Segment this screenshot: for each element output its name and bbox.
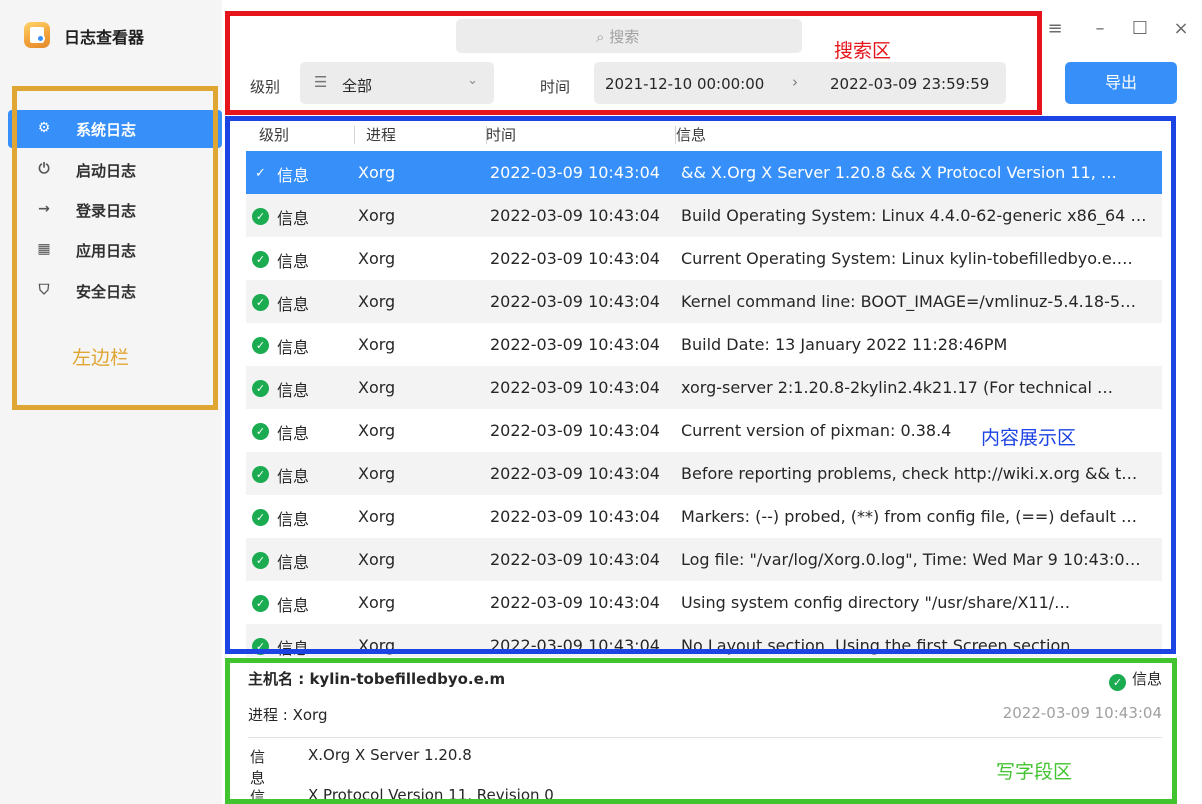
minimize-icon[interactable]: –: [1091, 20, 1109, 38]
maximize-icon[interactable]: ☐: [1131, 20, 1149, 38]
app-logo-icon: [24, 22, 50, 48]
annotation-box-content: [225, 116, 1176, 654]
annotation-box-search: [225, 11, 1042, 115]
annotation-label-sidebar: 左边栏: [72, 347, 130, 369]
menu-icon[interactable]: ≡: [1046, 20, 1064, 38]
annotation-label-detail: 写字段区: [996, 761, 1073, 783]
annotation-label-search: 搜索区: [834, 40, 892, 62]
export-button[interactable]: 导出: [1065, 62, 1177, 104]
close-icon[interactable]: ×: [1172, 20, 1190, 38]
annotation-label-content: 内容展示区: [981, 427, 1077, 449]
app-title: 日志查看器: [64, 28, 145, 47]
